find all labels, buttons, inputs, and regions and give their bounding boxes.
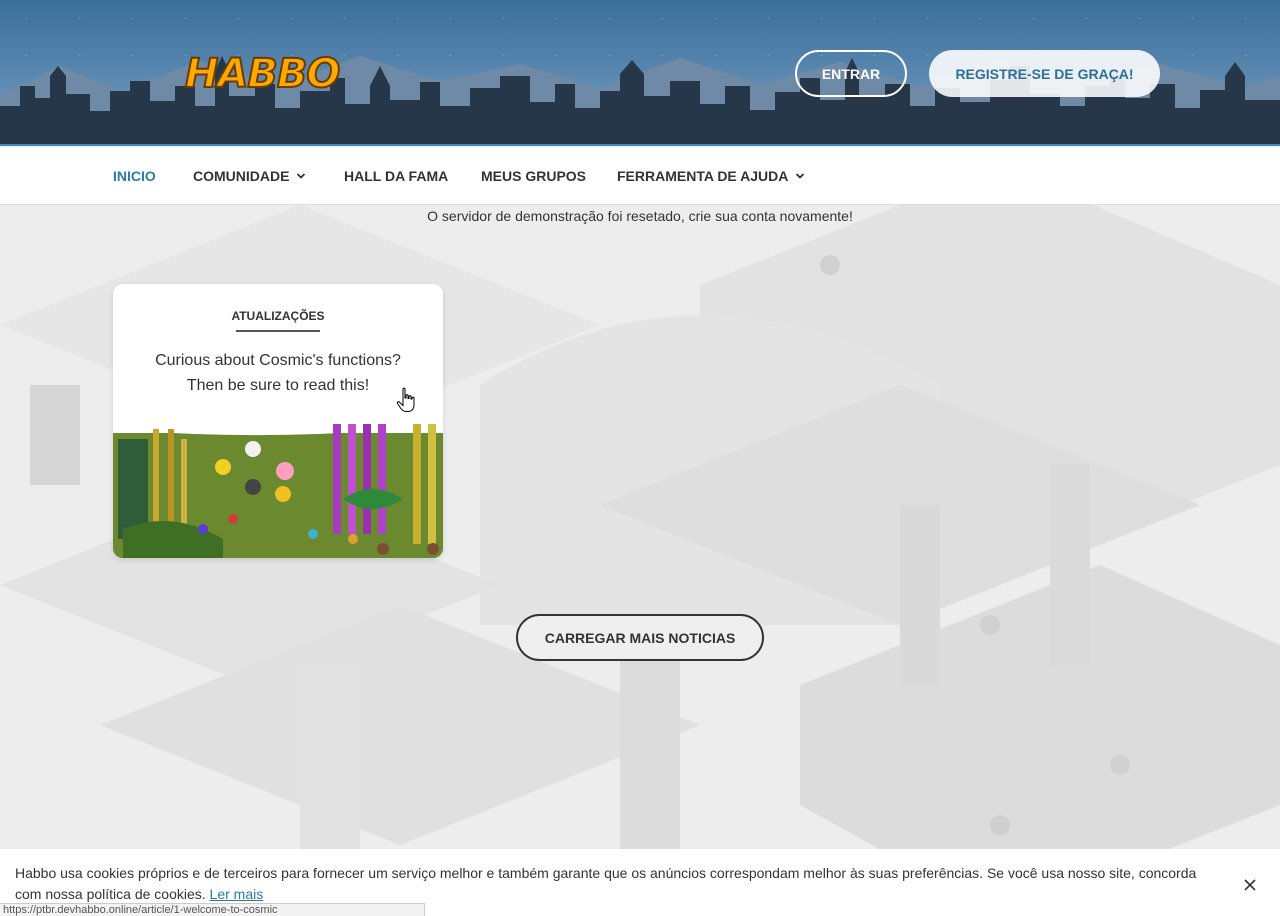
cookie-read-more-link[interactable]: Ler mais [210,886,264,902]
main-nav: INICIO COMUNIDADE HALL DA FAMA MEUS GRUP… [0,147,1280,208]
chevron-down-icon [297,173,306,179]
login-button[interactable]: ENTRAR [795,50,907,97]
nav-item-meus-grupos[interactable]: MEUS GRUPOS [481,147,586,205]
news-card-tag: ATUALIZAÇÕES [231,309,325,323]
nav-item-label: FERRAMENTA DE AJUDA [617,168,789,184]
browser-status-url: https://ptbr.devhabbo.online/article/1-w… [0,903,425,916]
nav-item-hall-da-fama[interactable]: HALL DA FAMA [344,147,448,205]
nav-item-comunidade[interactable]: COMUNIDADE [193,147,306,205]
nav-item-label: MEUS GRUPOS [481,168,587,184]
nav-item-label: COMUNIDADE [193,168,290,184]
cookie-banner-text: Habbo usa cookies próprios e de terceiro… [15,863,1215,905]
site-header: HABBO ENTRAR REGISTRE-SE DE GRAÇA! [0,0,1280,146]
news-card-tag-underline [236,330,320,332]
server-notice: O servidor de demonstração foi resetado,… [427,208,853,224]
chevron-down-icon [796,173,805,179]
nav-item-inicio[interactable]: INICIO [113,147,156,208]
logo-text: HABBO [184,51,341,97]
nav-item-label: INICIO [113,168,156,184]
news-card-title-line: Then be sure to read this! [186,377,370,394]
nav-item-ferramenta-de-ajuda[interactable]: FERRAMENTA DE AJUDA [617,147,805,205]
load-more-news-button[interactable]: CARREGAR MAIS NOTICIAS [516,614,764,661]
news-card-title-line: Curious about Cosmic's functions? [155,352,401,369]
habbo-logo[interactable]: HABBO [184,51,341,97]
news-card-title: Curious about Cosmic's functions? Then b… [128,348,428,398]
register-button[interactable]: REGISTRE-SE DE GRAÇA! [929,50,1160,97]
cookie-message: Habbo usa cookies próprios e de terceiro… [15,865,1197,902]
news-card[interactable]: ATUALIZAÇÕES Curious about Cosmic's func… [113,284,443,558]
close-icon[interactable] [1240,875,1260,895]
news-card-image [113,419,443,558]
header-divider [0,144,1280,146]
hand-cursor-icon [396,387,415,412]
nav-item-label: HALL DA FAMA [344,168,449,184]
